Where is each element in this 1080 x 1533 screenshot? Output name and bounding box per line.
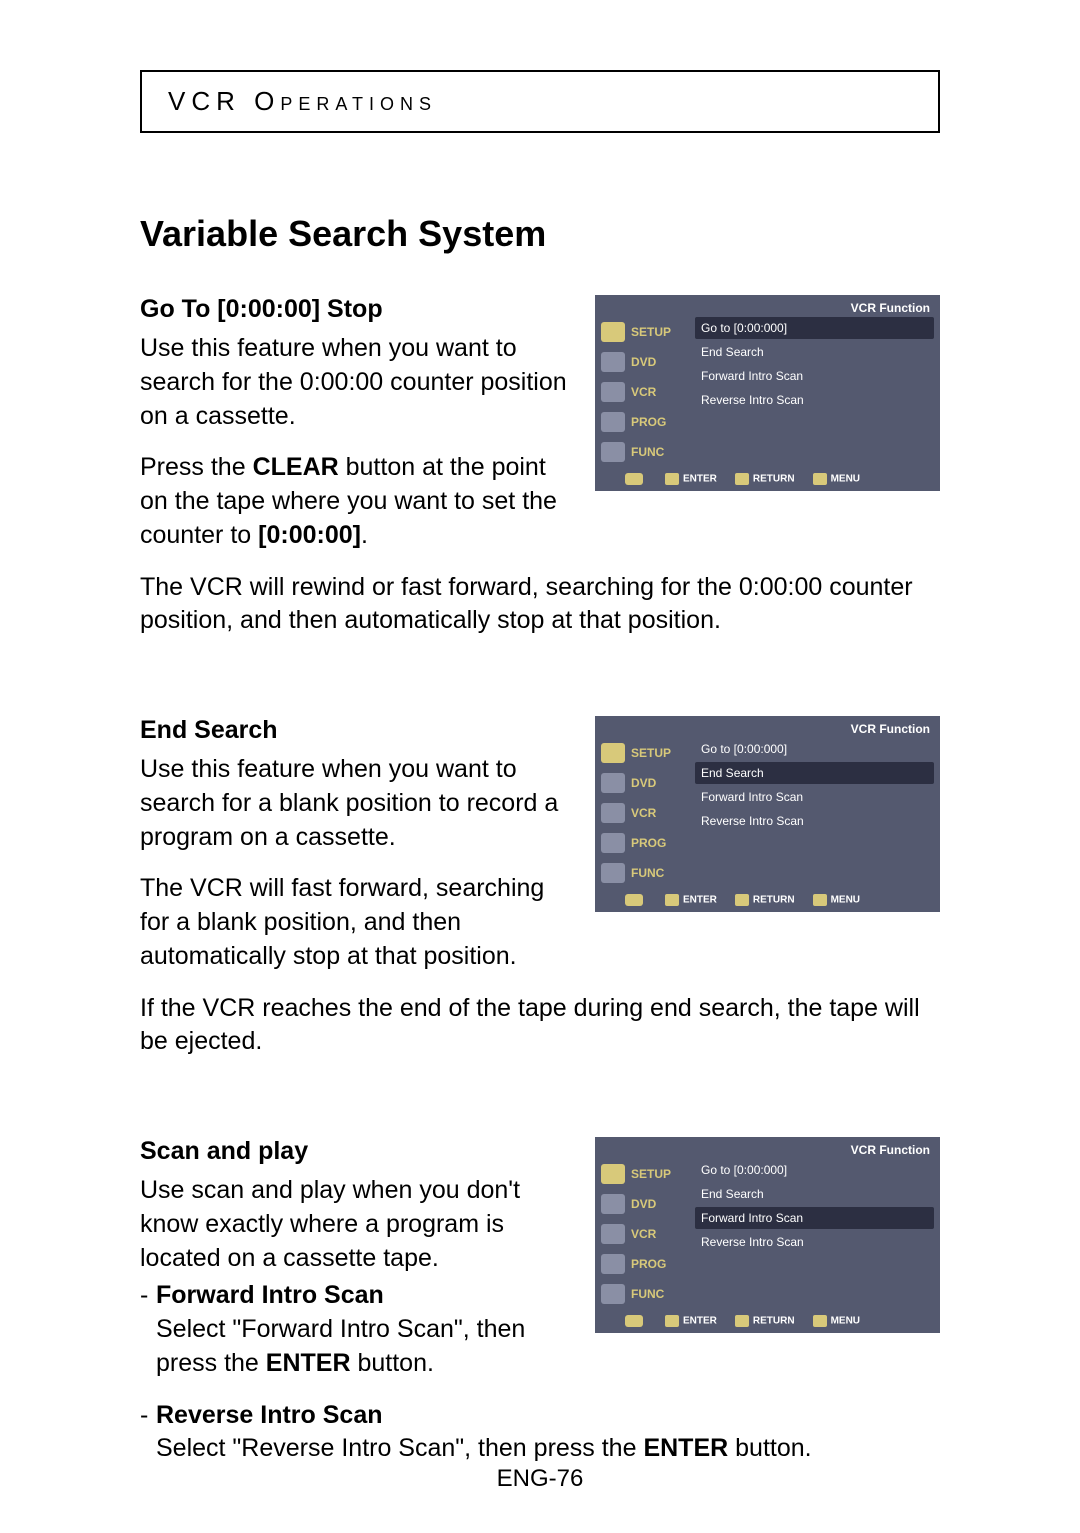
osd-sidebar: SETUP DVD VCR PROG FUNC [601,738,687,888]
clock-icon [601,412,625,432]
menu-item-fwdscan: Forward Intro Scan [695,786,934,808]
menu-item-fwdscan: Forward Intro Scan [695,365,934,387]
header-title: VCR Operations [168,86,437,116]
endsearch-p3: If the VCR reaches the end of the tape d… [140,992,940,1060]
subsection-endsearch: VCR Function SETUP DVD VCR PROG FUNC Go … [140,716,940,1077]
menu-item-revscan: Reverse Intro Scan [695,810,934,832]
footer-menu: MENU [813,473,860,485]
grid-icon [601,863,625,883]
osd-title: VCR Function [595,716,940,738]
scan-fwd-label: Forward Intro Scan [156,1281,384,1309]
osd-footer: ENTER RETURN MENU [595,1309,940,1329]
side-row-prog: PROG [601,1249,687,1279]
header-bar: VCR Operations [140,70,940,133]
gear-icon [601,1164,625,1184]
side-row-prog: PROG [601,407,687,437]
osd-footer: ENTER RETURN MENU [595,467,940,487]
goto-p3: The VCR will rewind or fast forward, sea… [140,571,940,639]
menu-item-fwdscan: Forward Intro Scan [695,1207,934,1229]
dash: - [140,1279,156,1380]
gear-icon [601,743,625,763]
osd-body: SETUP DVD VCR PROG FUNC Go to [0:00:000]… [595,1159,940,1309]
osd-screenshot-endsearch: VCR Function SETUP DVD VCR PROG FUNC Go … [595,716,940,912]
side-row-func: FUNC [601,1279,687,1309]
scan-rev-item: - Reverse Intro Scan Select "Reverse Int… [140,1399,940,1467]
side-row-vcr: VCR [601,798,687,828]
disc-icon [601,773,625,793]
clock-icon [601,833,625,853]
osd-body: SETUP DVD VCR PROG FUNC Go to [0:00:000]… [595,738,940,888]
menu-item-goto: Go to [0:00:000] [695,738,934,760]
cassette-icon [601,1224,625,1244]
scan-fwd-item: - Forward Intro Scan Select "Forward Int… [140,1279,575,1380]
osd-title: VCR Function [595,1137,940,1159]
osd-screenshot-goto: VCR Function SETUP DVD VCR PROG FUNC Go … [595,295,940,491]
osd-menu: Go to [0:00:000] End Search Forward Intr… [687,317,934,467]
side-row-setup: SETUP [601,738,687,768]
osd-menu: Go to [0:00:000] End Search Forward Intr… [687,738,934,888]
side-row-setup: SETUP [601,317,687,347]
side-row-dvd: DVD [601,1189,687,1219]
osd-sidebar: SETUP DVD VCR PROG FUNC [601,317,687,467]
footer-enter: ENTER [665,1315,717,1327]
osd-title: VCR Function [595,295,940,317]
menu-item-endsearch: End Search [695,341,934,363]
menu-item-revscan: Reverse Intro Scan [695,389,934,411]
osd-menu: Go to [0:00:000] End Search Forward Intr… [687,1159,934,1309]
footer-return: RETURN [735,1315,795,1327]
grid-icon [601,1284,625,1304]
menu-item-endsearch: End Search [695,762,934,784]
menu-item-endsearch: End Search [695,1183,934,1205]
side-row-dvd: DVD [601,768,687,798]
side-row-prog: PROG [601,828,687,858]
menu-item-revscan: Reverse Intro Scan [695,1231,934,1253]
manual-page: VCR Operations Variable Search System VC… [0,0,1080,1533]
menu-item-goto: Go to [0:00:000] [695,317,934,339]
footer-menu: MENU [813,1315,860,1327]
osd-sidebar: SETUP DVD VCR PROG FUNC [601,1159,687,1309]
page-number: ENG-76 [0,1465,1080,1493]
osd-footer: ENTER RETURN MENU [595,888,940,908]
clock-icon [601,1254,625,1274]
menu-item-goto: Go to [0:00:000] [695,1159,934,1181]
cassette-icon [601,803,625,823]
subsection-scan: VCR Function SETUP DVD VCR PROG FUNC Go … [140,1137,940,1484]
footer-enter: ENTER [665,473,717,485]
dpad-icon [625,1315,647,1327]
side-row-func: FUNC [601,437,687,467]
disc-icon [601,352,625,372]
footer-return: RETURN [735,473,795,485]
footer-enter: ENTER [665,894,717,906]
disc-icon [601,1194,625,1214]
dpad-icon [625,894,647,906]
dpad-icon [625,473,647,485]
gear-icon [601,322,625,342]
cassette-icon [601,382,625,402]
footer-menu: MENU [813,894,860,906]
osd-body: SETUP DVD VCR PROG FUNC Go to [0:00:000]… [595,317,940,467]
grid-icon [601,442,625,462]
subsection-goto: VCR Function SETUP DVD VCR PROG FUNC Go … [140,295,940,656]
scan-rev-label: Reverse Intro Scan [156,1401,383,1429]
footer-return: RETURN [735,894,795,906]
dash: - [140,1399,156,1467]
side-row-func: FUNC [601,858,687,888]
osd-screenshot-scan: VCR Function SETUP DVD VCR PROG FUNC Go … [595,1137,940,1333]
side-row-vcr: VCR [601,377,687,407]
section-title: Variable Search System [140,213,940,255]
side-row-dvd: DVD [601,347,687,377]
side-row-vcr: VCR [601,1219,687,1249]
side-row-setup: SETUP [601,1159,687,1189]
